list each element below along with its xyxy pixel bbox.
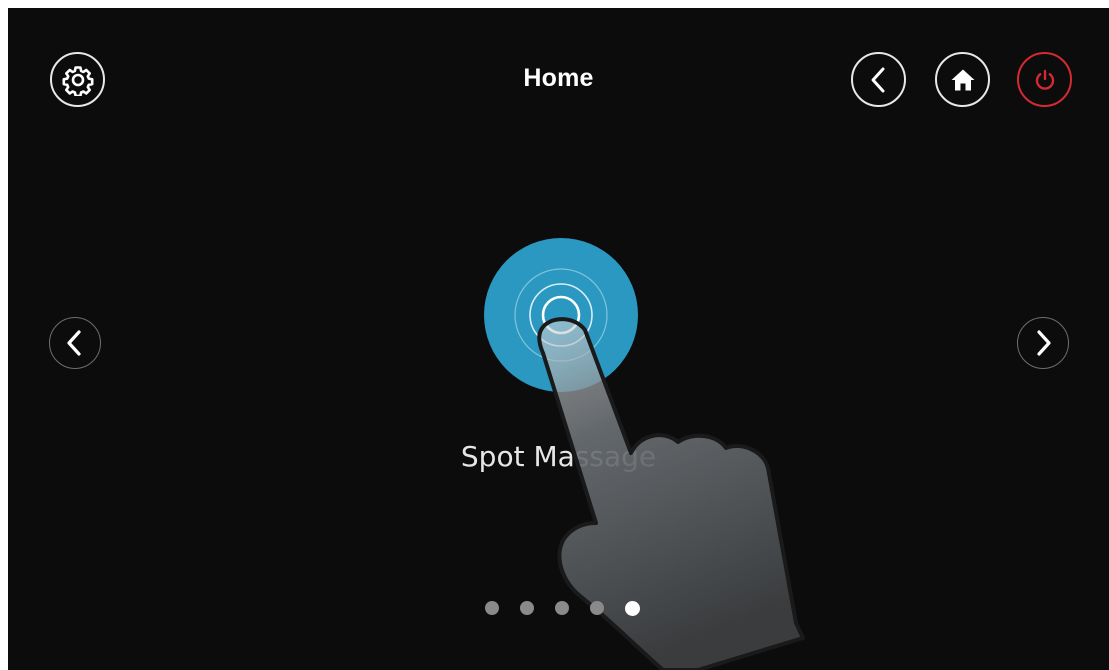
page-dot-2[interactable] — [520, 601, 534, 615]
page-indicator — [485, 600, 640, 616]
page-dot-3[interactable] — [555, 601, 569, 615]
chevron-left-icon — [67, 330, 81, 356]
page-dot-1[interactable] — [485, 601, 499, 615]
back-button[interactable] — [851, 52, 906, 107]
page-dot-5[interactable] — [625, 600, 640, 616]
screen: Home Spot Massage — [8, 8, 1109, 670]
carousel-prev-button[interactable] — [49, 317, 101, 369]
home-button[interactable] — [935, 52, 990, 107]
ripple-target-icon — [514, 268, 608, 362]
power-button[interactable] — [1017, 52, 1072, 107]
feature-label: Spot Massage — [460, 440, 657, 473]
carousel-next-button[interactable] — [1017, 317, 1069, 369]
chevron-right-icon — [1037, 330, 1051, 356]
power-icon — [1035, 69, 1054, 90]
chevron-left-icon — [871, 67, 884, 92]
home-icon — [951, 69, 974, 90]
spot-massage-button[interactable] — [484, 238, 638, 392]
page-dot-4[interactable] — [590, 601, 604, 615]
